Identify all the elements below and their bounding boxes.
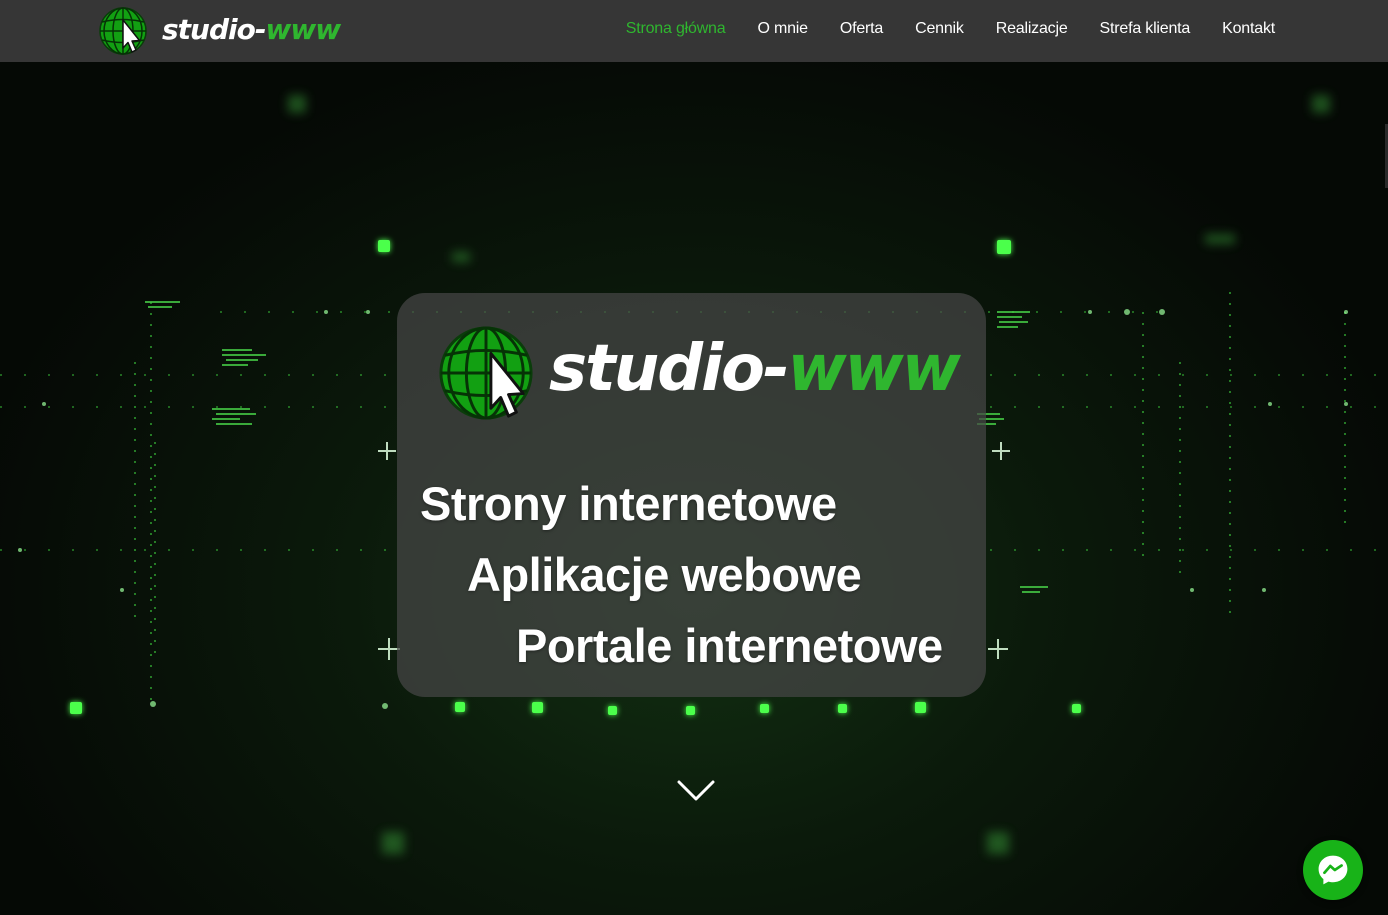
hero-logo-text: studio-www	[549, 332, 961, 406]
globe-cursor-icon	[437, 324, 535, 422]
nav-item-offer[interactable]: Oferta	[840, 20, 883, 37]
nav-item-home[interactable]: Strona główna	[626, 20, 726, 37]
hero-line-websites: Strony internetowe	[420, 477, 837, 530]
nav-item-client-zone[interactable]: Strefa klienta	[1100, 20, 1191, 37]
site-logo-link[interactable]: studio-www	[98, 6, 341, 56]
hero-section: studio-www Strony internetowe Aplikacje …	[0, 62, 1388, 915]
chevron-down-icon	[677, 780, 715, 801]
messenger-icon	[1318, 855, 1348, 885]
hero-logo-text-main: studio-	[549, 332, 790, 406]
hero-logo-text-accent: www	[787, 332, 961, 406]
hero-logo: studio-www	[437, 323, 961, 423]
nav-item-pricing[interactable]: Cennik	[915, 20, 964, 37]
messenger-chat-button[interactable]	[1303, 840, 1363, 900]
scroll-down-button[interactable]	[677, 778, 715, 804]
nav-item-portfolio[interactable]: Realizacje	[996, 20, 1068, 37]
site-logo-text: studio-www	[162, 12, 341, 46]
main-menu: Strona główna O mnie Oferta Cennik Reali…	[594, 0, 1275, 58]
hero-line-web-apps: Aplikacje webowe	[467, 548, 862, 601]
hero-card: studio-www Strony internetowe Aplikacje …	[397, 293, 986, 697]
globe-cursor-icon	[98, 6, 148, 56]
logo-text-accent: www	[265, 12, 341, 46]
logo-text-main: studio-	[162, 12, 266, 46]
hero-line-portals: Portale internetowe	[516, 619, 943, 672]
nav-item-about[interactable]: O mnie	[757, 20, 808, 37]
top-navbar: studio-www Strona główna O mnie Oferta C…	[0, 0, 1388, 62]
nav-item-contact[interactable]: Kontakt	[1222, 20, 1275, 37]
